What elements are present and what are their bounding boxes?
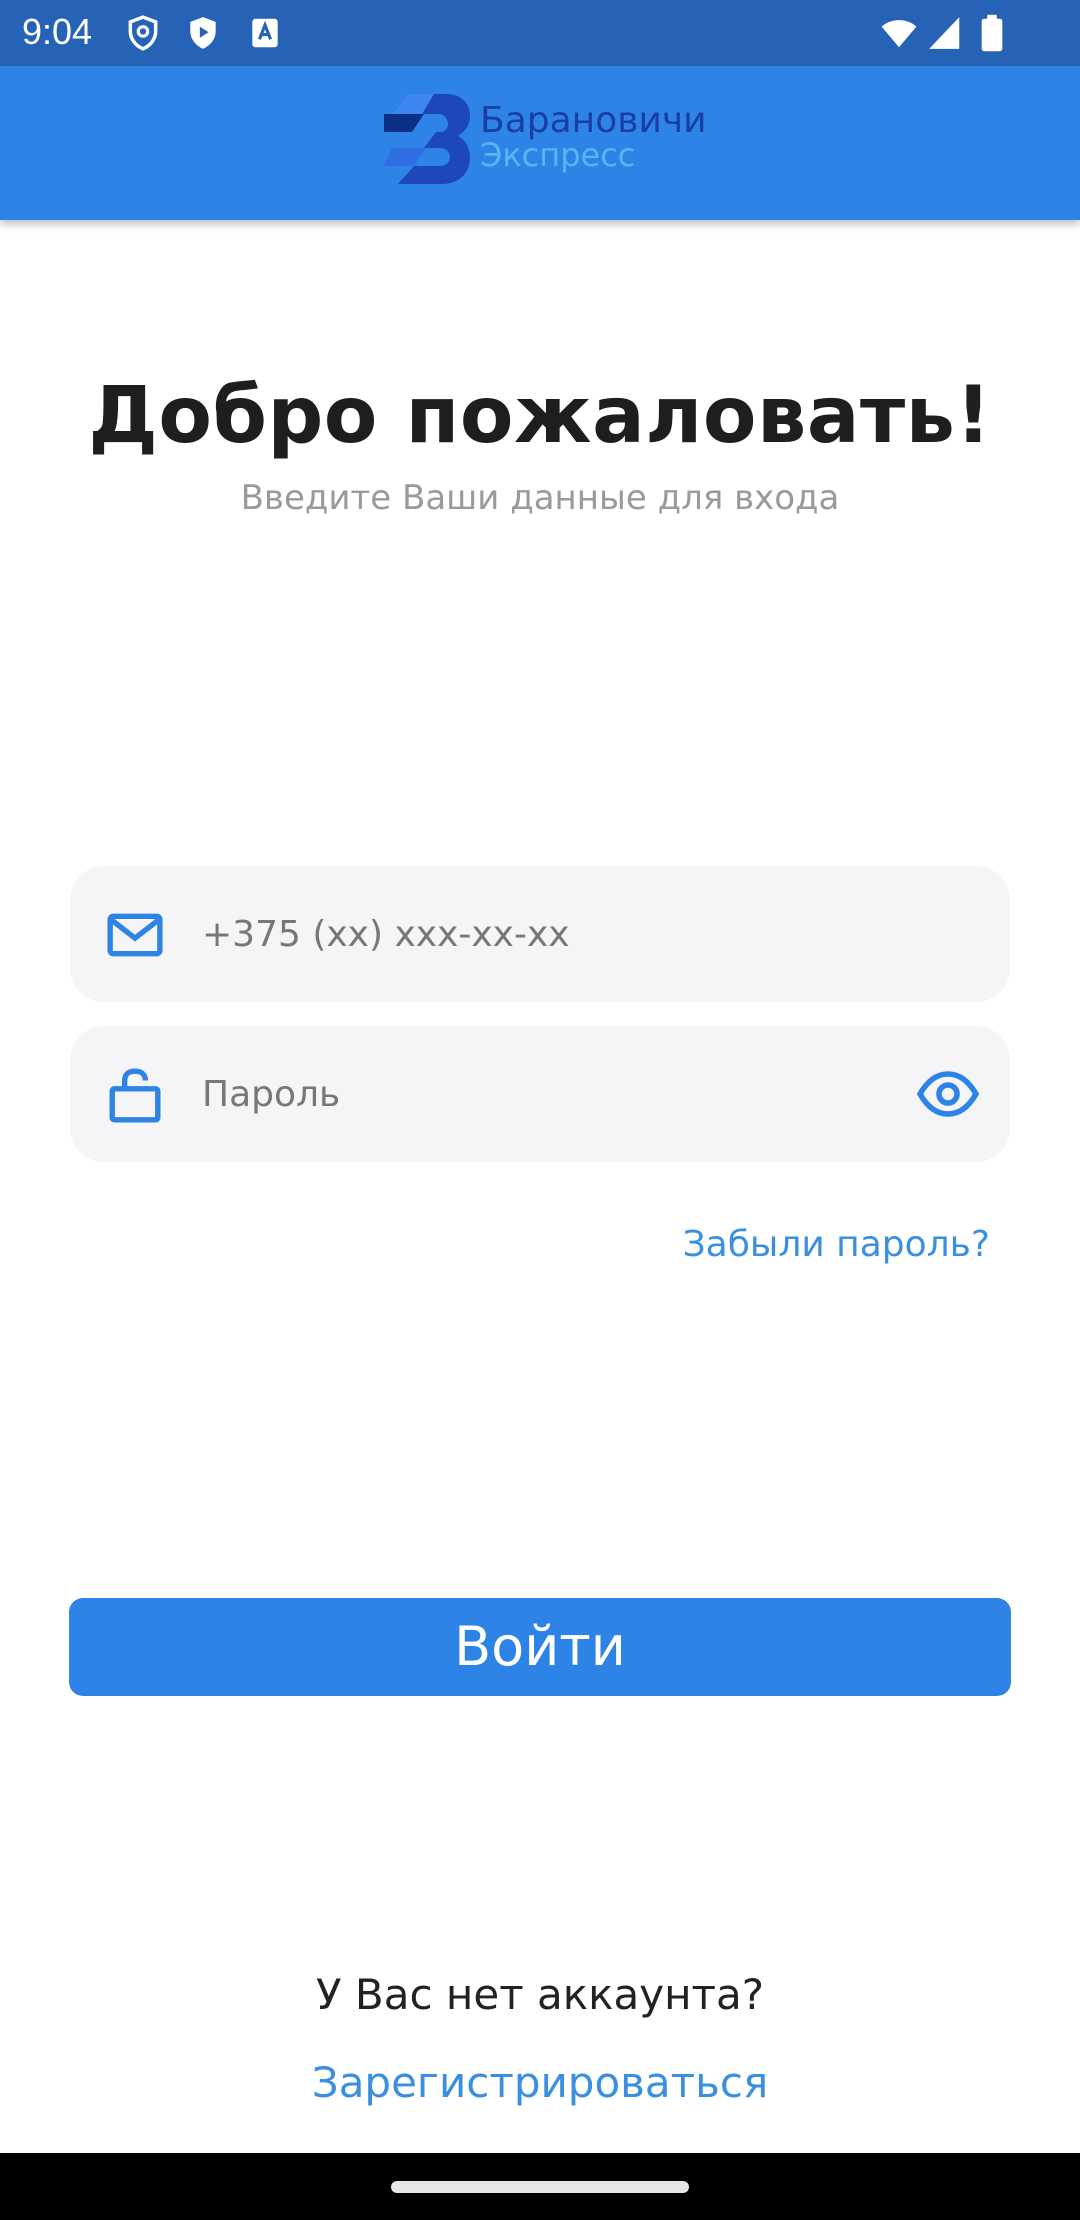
signal-icon xyxy=(926,14,964,52)
unlock-icon xyxy=(106,1066,164,1124)
eye-icon[interactable] xyxy=(916,1068,980,1120)
status-bar: 9:04 xyxy=(0,0,1080,66)
mail-icon xyxy=(106,906,164,964)
logo-line2: Экспресс xyxy=(480,136,636,174)
register-link[interactable]: Зарегистрироваться xyxy=(0,2056,1080,2110)
login-screen: 9:04 Барановичи Экспресс Добро пожаловат… xyxy=(0,0,1080,2220)
font-icon xyxy=(246,14,284,52)
password-field[interactable] xyxy=(70,1026,1010,1162)
wifi-icon xyxy=(878,14,920,52)
home-gesture-handle[interactable] xyxy=(391,2181,689,2193)
page-subtitle: Введите Ваши данные для входа xyxy=(240,478,840,518)
battery-icon xyxy=(976,14,1008,52)
login-button[interactable]: Войти xyxy=(69,1598,1011,1696)
status-time: 9:04 xyxy=(22,11,93,52)
forgot-password-link[interactable]: Забыли пароль? xyxy=(683,1222,990,1268)
baranovichi-express-logo: Барановичи Экспресс xyxy=(384,94,707,194)
page-title: Добро пожаловать! xyxy=(88,371,992,461)
phone-input[interactable] xyxy=(202,896,902,972)
no-account-text: У Вас нет аккаунта? xyxy=(315,1970,765,2019)
navigation-bar xyxy=(0,2153,1080,2220)
play-store-icon xyxy=(184,14,222,52)
shield-icon xyxy=(124,14,162,52)
phone-field[interactable] xyxy=(70,866,1010,1002)
password-input[interactable] xyxy=(202,1056,802,1132)
logo-mark-icon xyxy=(384,94,470,184)
app-bar: Барановичи Экспресс xyxy=(0,66,1080,220)
